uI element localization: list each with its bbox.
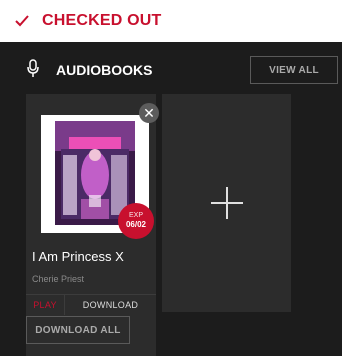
expiration-label: EXP — [128, 212, 143, 219]
view-all-button[interactable]: VIEW ALL — [250, 56, 338, 84]
microphone-icon — [26, 59, 40, 79]
checked-out-header: CHECKED OUT — [0, 0, 342, 42]
play-button[interactable]: PLAY — [26, 295, 65, 315]
add-audiobook-card[interactable] — [162, 94, 291, 312]
book-author: Cherie Priest — [32, 274, 85, 284]
check-icon — [8, 0, 36, 42]
download-all-button[interactable]: DOWNLOAD ALL — [26, 316, 130, 344]
card-actions: PLAY DOWNLOAD — [26, 294, 156, 315]
page-title: CHECKED OUT — [42, 12, 162, 29]
section-title: AUDIOBOOKS — [56, 62, 153, 78]
audiobooks-section: AUDIOBOOKS VIEW ALL ✕ EXP 06/02 I Am Pri… — [0, 42, 342, 356]
remove-button[interactable]: ✕ — [139, 103, 159, 123]
book-title[interactable]: I Am Princess X — [32, 249, 124, 264]
download-button[interactable]: DOWNLOAD — [65, 295, 156, 315]
section-header: AUDIOBOOKS VIEW ALL — [0, 42, 342, 94]
close-icon: ✕ — [143, 105, 155, 121]
expiration-badge: EXP 06/02 — [118, 203, 154, 239]
plus-icon — [210, 187, 243, 219]
expiration-date: 06/02 — [125, 220, 147, 229]
